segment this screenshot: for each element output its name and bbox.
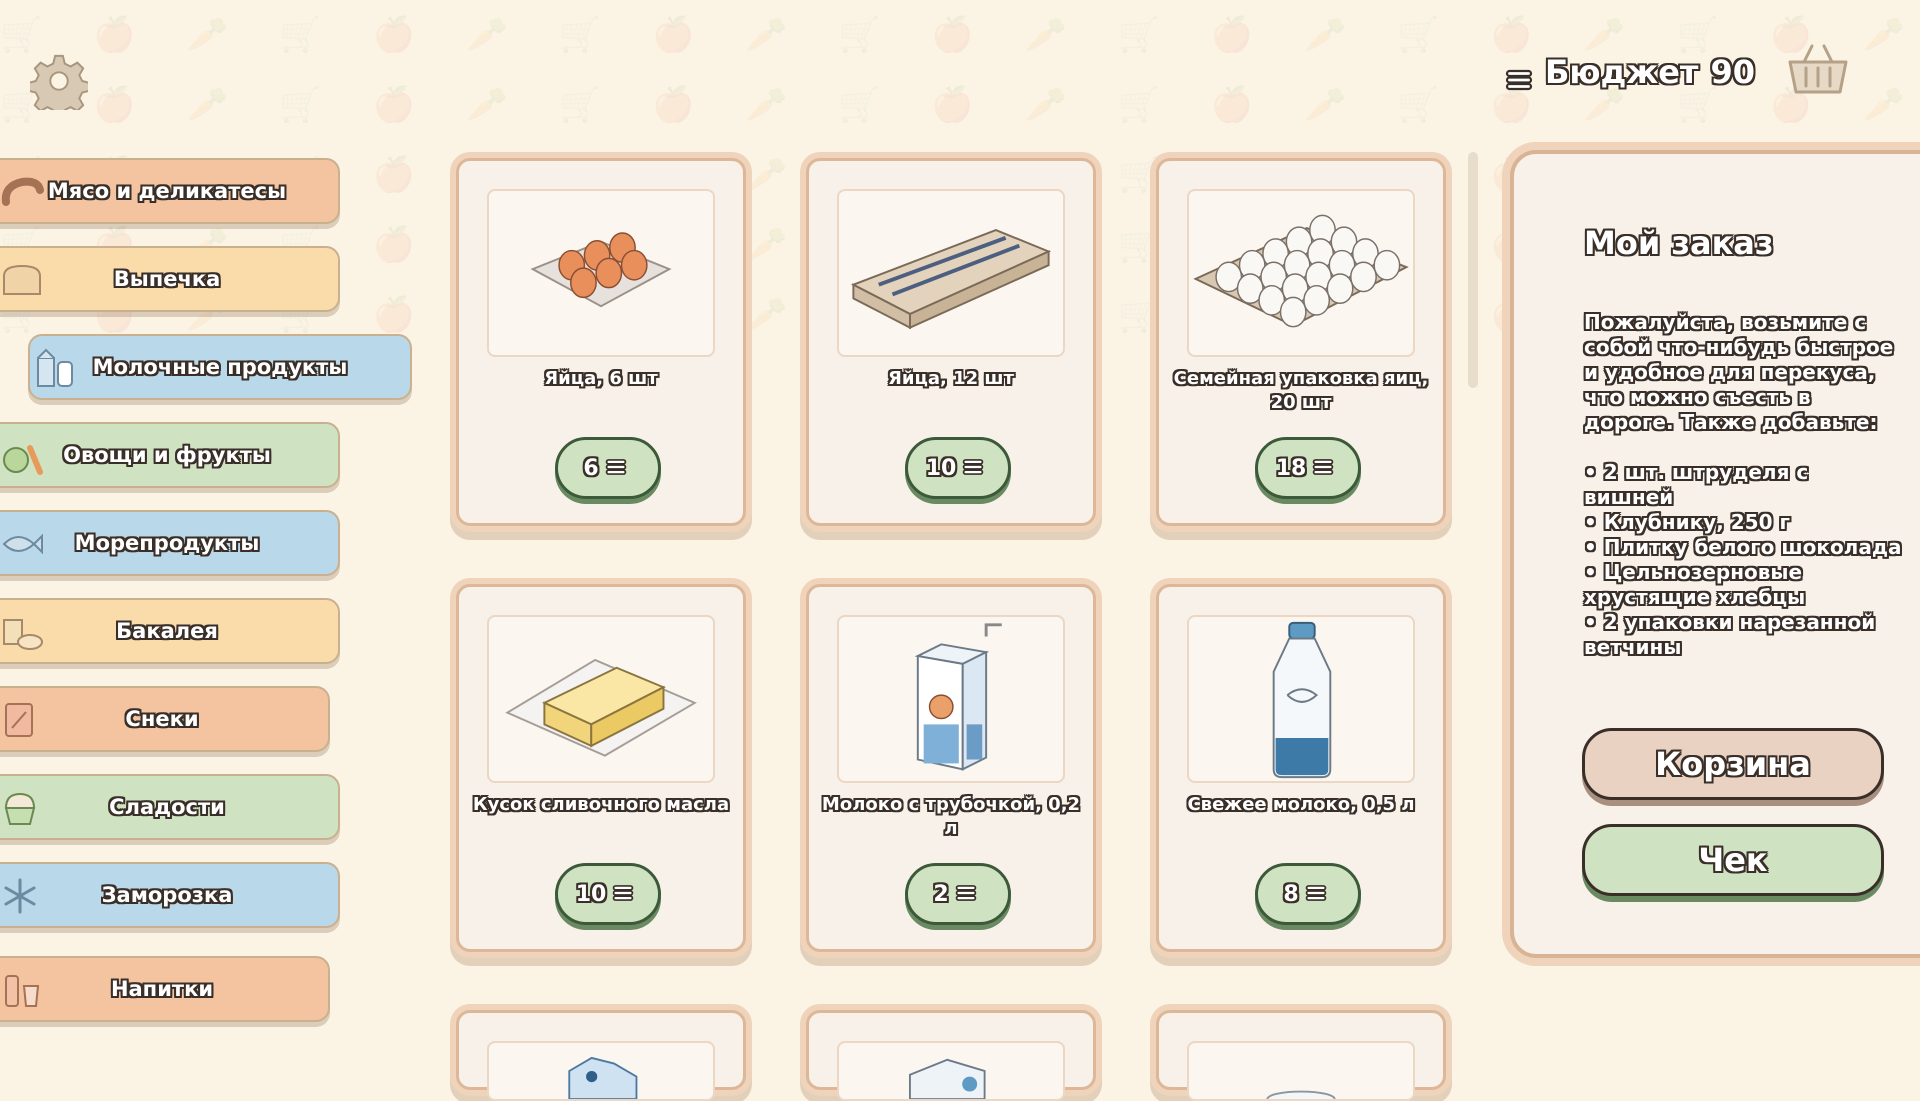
category-label: Бакалея <box>116 619 218 643</box>
check-button[interactable]: Чек <box>1582 824 1884 896</box>
basket-icon[interactable] <box>1786 40 1850 96</box>
product-name: Яйца, 12 шт <box>888 368 1014 389</box>
budget-label: Бюджет <box>1545 53 1699 91</box>
category-label: Выпечка <box>113 267 221 291</box>
product-card[interactable] <box>806 1010 1096 1101</box>
order-title: Мой заказ <box>1584 224 1774 262</box>
coins-icon <box>605 457 633 479</box>
fish-icon <box>0 524 44 564</box>
eggs-6-image <box>487 189 715 357</box>
drinks-icon <box>0 970 44 1010</box>
price-value: 10 <box>925 455 957 481</box>
category-dairy[interactable]: Молочные продукты <box>28 334 412 400</box>
milk-bottle-image <box>1187 615 1415 783</box>
butter-image <box>487 615 715 783</box>
category-vegetables[interactable]: Овощи и фрукты <box>0 422 340 488</box>
price-button[interactable]: 2 <box>905 863 1011 925</box>
product-card[interactable]: Яйца, 12 шт 10 <box>806 158 1096 526</box>
product-name: Свежее молоко, 0,5 л <box>1187 794 1415 815</box>
sausage-icon <box>0 172 44 212</box>
product-name: Семейная упаковка яиц, 20 шт <box>1173 368 1429 413</box>
coins-icon <box>955 883 983 905</box>
product-name: Яйца, 6 шт <box>544 368 658 389</box>
category-label: Овощи и фрукты <box>63 443 271 467</box>
price-value: 8 <box>1283 881 1299 907</box>
category-meat[interactable]: Мясо и деликатесы <box>0 158 340 224</box>
product-card[interactable]: Кусок сливочного масла 10 <box>456 584 746 952</box>
price-value: 18 <box>1275 455 1307 481</box>
settings-gear-icon[interactable] <box>27 52 91 119</box>
category-frozen[interactable]: Заморозка <box>0 862 340 928</box>
price-button[interactable]: 6 <box>555 437 661 499</box>
category-label: Заморозка <box>101 883 233 907</box>
check-button-label: Чек <box>1698 841 1768 879</box>
coins-icon <box>1305 883 1333 905</box>
eggs-12-image <box>837 189 1065 357</box>
coins-icon <box>962 457 990 479</box>
category-sweets[interactable]: Сладости <box>0 774 340 840</box>
price-button[interactable]: 8 <box>1255 863 1361 925</box>
price-button[interactable]: 10 <box>905 437 1011 499</box>
snacks-icon <box>0 700 44 740</box>
order-panel: Мой заказ Пожалуйста, возьмите с собой ч… <box>1510 150 1920 958</box>
milk-carton-image <box>837 615 1065 783</box>
order-description: Пожалуйста, возьмите с собой что-нибудь … <box>1584 310 1902 659</box>
coins-icon <box>1312 457 1340 479</box>
milk-icon <box>34 348 78 388</box>
cupcake-icon <box>0 788 44 828</box>
cart-button[interactable]: Корзина <box>1582 728 1884 800</box>
product-card[interactable]: Яйца, 6 шт 6 <box>456 158 746 526</box>
product-name: Кусок сливочного масла <box>472 794 730 815</box>
price-value: 6 <box>583 455 599 481</box>
category-label: Молочные продукты <box>92 355 348 379</box>
product-card[interactable]: Семейная упаковка яиц, 20 шт 18 <box>1156 158 1446 526</box>
category-snacks[interactable]: Снеки <box>0 686 330 752</box>
price-value: 2 <box>933 881 949 907</box>
product-name: Молоко с трубочкой, 0,2 л <box>821 794 1081 839</box>
cream-carton-image <box>487 1041 715 1101</box>
kefir-carton-image <box>837 1041 1065 1101</box>
product-card[interactable]: Свежее молоко, 0,5 л 8 <box>1156 584 1446 952</box>
product-card[interactable]: Молоко с трубочкой, 0,2 л 2 <box>806 584 1096 952</box>
category-seafood[interactable]: Морепродукты <box>0 510 340 576</box>
bread-icon <box>0 260 44 300</box>
category-grocery[interactable]: Бакалея <box>0 598 340 664</box>
grocery-icon <box>0 612 44 652</box>
cart-button-label: Корзина <box>1655 745 1811 783</box>
category-label: Мясо и деликатесы <box>47 179 287 203</box>
category-label: Напитки <box>110 977 214 1001</box>
product-card[interactable] <box>1156 1010 1446 1101</box>
category-label: Морепродукты <box>74 531 260 555</box>
price-value: 10 <box>575 881 607 907</box>
vegetables-icon <box>0 436 44 476</box>
coins-icon <box>612 883 640 905</box>
category-label: Снеки <box>125 707 199 731</box>
product-scrollbar[interactable] <box>1468 152 1478 388</box>
yogurt-image <box>1187 1041 1415 1101</box>
price-button[interactable]: 18 <box>1255 437 1361 499</box>
coins-icon <box>1505 61 1533 91</box>
category-bakery[interactable]: Выпечка <box>0 246 340 312</box>
budget-value: 90 <box>1710 53 1755 91</box>
snowflake-icon <box>0 876 44 916</box>
price-button[interactable]: 10 <box>555 863 661 925</box>
category-drinks[interactable]: Напитки <box>0 956 330 1022</box>
eggs-20-image <box>1187 189 1415 357</box>
product-card[interactable] <box>456 1010 746 1101</box>
budget-display: Бюджет 90 <box>1505 50 1755 94</box>
category-label: Сладости <box>109 795 225 819</box>
